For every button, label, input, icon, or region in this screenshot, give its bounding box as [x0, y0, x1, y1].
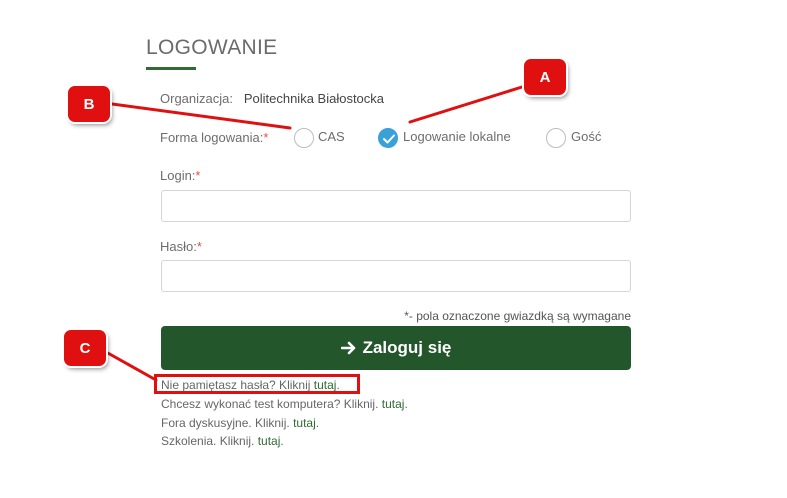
arrow-line-c	[104, 350, 158, 382]
callout-a: A	[524, 59, 566, 95]
callout-c: C	[64, 330, 106, 366]
callout-b: B	[68, 86, 110, 122]
arrow-line-b	[110, 102, 292, 130]
arrow-line-a	[408, 85, 524, 124]
annotation-arrows	[104, 85, 524, 382]
